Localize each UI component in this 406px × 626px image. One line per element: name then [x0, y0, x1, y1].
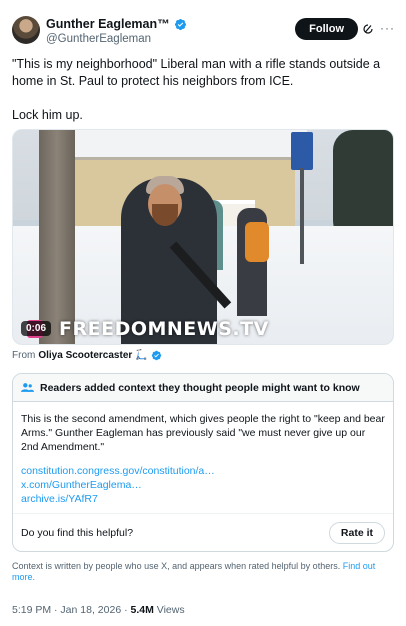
author-handle[interactable]: @GuntherEagleman	[46, 33, 151, 45]
video-watermark: FREEDOMNEWS.TV	[59, 318, 269, 340]
avatar[interactable]	[12, 16, 40, 44]
helpful-question: Do you find this helpful?	[21, 526, 134, 539]
scooter-emoji: 🛴	[135, 350, 148, 361]
community-note-links: constitution.congress.gov/constitution/a…	[21, 464, 385, 506]
video-frame-backpack	[245, 222, 269, 262]
tweet-paragraph: "This is my neighborhood" Liberal man wi…	[12, 57, 381, 88]
video-frame-roof	[57, 130, 307, 160]
tweet-paragraph: Lock him up.	[12, 108, 83, 122]
views-label: Views	[156, 604, 185, 616]
follow-button[interactable]: Follow	[295, 18, 358, 40]
footnote-text: Context is written by people who use X, …	[12, 561, 341, 571]
note-link[interactable]: x.com/GuntherEaglema…	[21, 478, 385, 492]
source-prefix: From	[12, 350, 36, 361]
video-duration-badge: 0:06	[21, 321, 52, 336]
community-note-header: Readers added context they thought peopl…	[13, 374, 393, 402]
helpful-row: Do you find this helpful? Rate it	[13, 513, 393, 551]
views-count: 5.4M	[130, 604, 154, 616]
verified-badge-icon	[174, 18, 186, 30]
note-link[interactable]: constitution.congress.gov/constitution/a…	[21, 464, 385, 478]
meta-separator: ·	[124, 604, 128, 616]
video-player[interactable]: FREEDOMNEWS.TV 0:06	[12, 129, 394, 345]
community-note-body: This is the second amendment, which give…	[13, 402, 393, 506]
author-name-row: Gunther Eagleman™	[46, 17, 187, 31]
tweet-timestamp[interactable]: 5:19 PM · Jan 18, 2026	[12, 604, 121, 616]
community-note: Readers added context they thought peopl…	[12, 373, 394, 552]
tweet-header: Gunther Eagleman™ @GuntherEagleman Follo…	[12, 16, 394, 50]
verified-badge-icon	[151, 350, 161, 361]
more-options-icon[interactable]: ···	[380, 20, 394, 36]
community-note-text: This is the second amendment, which give…	[21, 413, 385, 453]
tweet-meta: 5:19 PM · Jan 18, 2026 · 5.4M Views	[12, 604, 185, 616]
video-frame-sign	[291, 132, 313, 170]
rate-it-button[interactable]: Rate it	[328, 521, 385, 544]
grok-icon[interactable]	[362, 23, 374, 35]
community-note-footnote: Context is written by people who use X, …	[12, 561, 386, 583]
source-name[interactable]: Oliya Scootercaster	[38, 350, 132, 361]
author-display-name[interactable]: Gunther Eagleman™	[46, 17, 170, 31]
video-frame-pole	[300, 168, 304, 264]
video-frame-trunk	[39, 130, 75, 344]
note-link[interactable]: archive.is/YAfR7	[21, 492, 385, 506]
media-source: From Oliya Scootercaster 🛴	[12, 350, 162, 361]
people-icon	[21, 383, 34, 392]
community-note-title: Readers added context they thought peopl…	[40, 381, 360, 394]
